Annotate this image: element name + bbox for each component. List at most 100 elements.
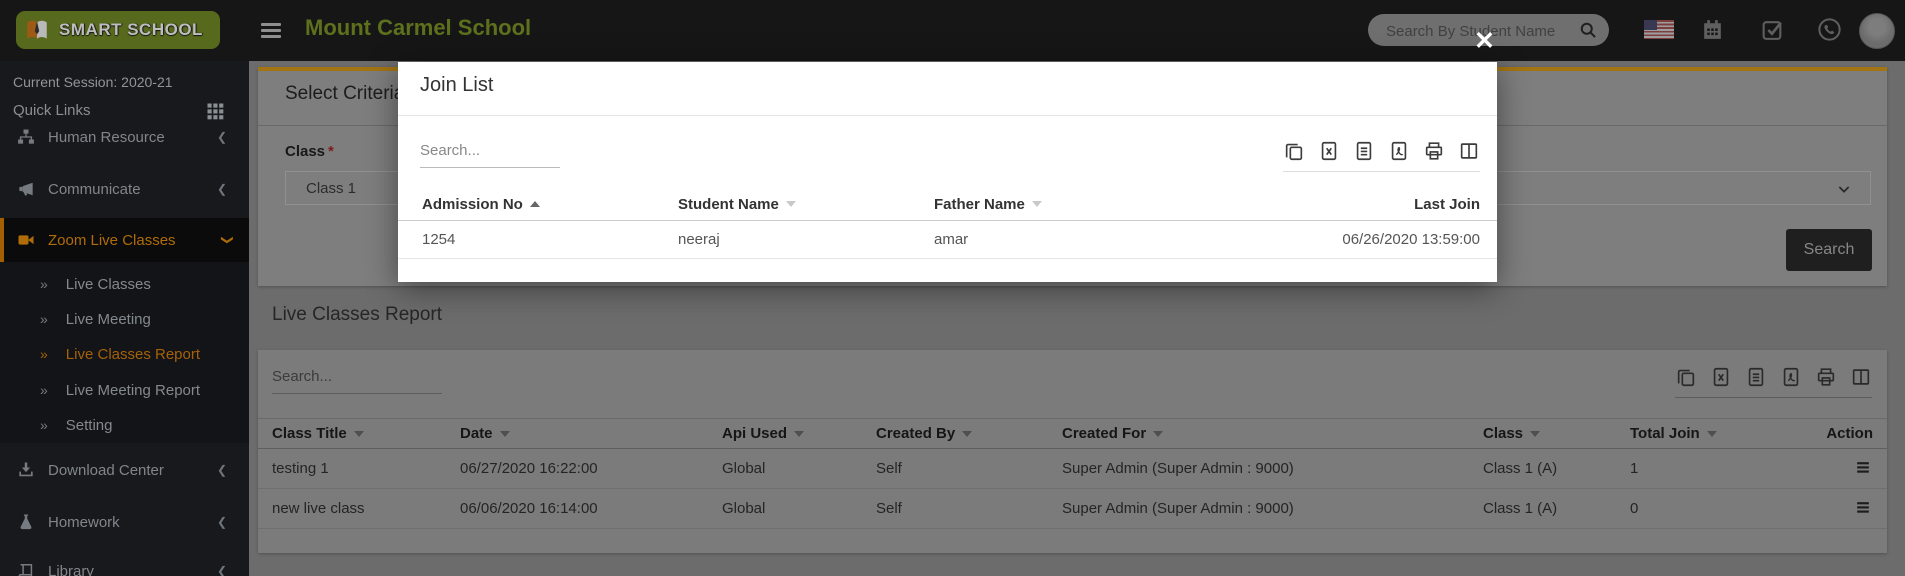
video-camera-icon — [16, 230, 36, 250]
col-action: Action — [1826, 419, 1873, 448]
sidebar: Current Session: 2020-21 Quick Links Hum… — [0, 61, 249, 576]
whatsapp-icon[interactable] — [1816, 16, 1843, 43]
double-chevron-icon: » — [40, 346, 48, 362]
col-class[interactable]: Class — [1483, 419, 1540, 448]
cell-date: 06/06/2020 16:14:00 — [460, 488, 598, 528]
top-navbar: SMART SCHOOL Mount Carmel School — [0, 0, 1905, 61]
copy-icon[interactable] — [1675, 366, 1697, 388]
col-api-used[interactable]: Api Used — [722, 419, 804, 448]
sidebar-item-zoom-live-classes[interactable]: Zoom Live Classes ❮ — [0, 218, 249, 262]
cell-api-used: Global — [722, 448, 765, 488]
cell-created-by: Self — [876, 488, 902, 528]
chevron-down-icon — [1836, 181, 1852, 197]
sidebar-subitem-live-meeting[interactable]: » Live Meeting — [0, 302, 249, 336]
col-created-for[interactable]: Created For — [1062, 419, 1163, 448]
task-check-icon[interactable] — [1760, 17, 1785, 42]
double-chevron-icon: » — [40, 311, 48, 327]
sidebar-item-communicate[interactable]: Communicate ❮ — [0, 167, 249, 211]
sidebar-subitem-live-classes-report[interactable]: » Live Classes Report — [0, 337, 249, 371]
report-card: Class Title Date Api Used Created By Cre… — [258, 350, 1887, 553]
col-created-by[interactable]: Created By — [876, 419, 972, 448]
user-avatar[interactable] — [1859, 13, 1895, 49]
subitem-label: Live Meeting Report — [66, 382, 200, 399]
logo-text: SMART SCHOOL — [59, 20, 203, 40]
double-chevron-icon: » — [40, 417, 48, 433]
sidebar-toggle-hamburger-icon[interactable] — [261, 23, 281, 38]
modal-export-toolbar — [1283, 140, 1480, 172]
double-chevron-icon: » — [40, 276, 48, 292]
required-asterisk: * — [328, 143, 334, 160]
sidebar-item-label: Homework — [48, 514, 120, 531]
report-search-input[interactable] — [272, 364, 442, 394]
table-row: testing 1 06/27/2020 16:22:00 Global Sel… — [258, 448, 1887, 489]
modal-search-input[interactable] — [420, 138, 560, 168]
cell-created-for: Super Admin (Super Admin : 9000) — [1062, 448, 1294, 488]
sidebar-subitem-setting[interactable]: » Setting — [0, 408, 249, 442]
modal-close-icon[interactable]: ✕ — [1474, 26, 1495, 56]
sidebar-item-label: Zoom Live Classes — [48, 232, 176, 249]
cell-admission-no: 1254 — [422, 221, 455, 258]
table-row: new live class 06/06/2020 16:14:00 Globa… — [258, 488, 1887, 529]
cell-api-used: Global — [722, 488, 765, 528]
sidebar-item-human-resource[interactable]: Human Resource ❮ — [0, 119, 249, 155]
chevron-down-icon: ❮ — [219, 235, 233, 245]
modal-search — [420, 138, 560, 168]
report-section-title: Live Classes Report — [272, 304, 442, 326]
sitemap-icon — [16, 127, 36, 147]
cell-last-join: 06/26/2020 13:59:00 — [1342, 221, 1480, 258]
quick-links-grid-icon[interactable] — [205, 101, 225, 121]
sidebar-subitem-live-meeting-report[interactable]: » Live Meeting Report — [0, 373, 249, 407]
chevron-left-icon: ❮ — [217, 564, 227, 576]
open-book-logo-icon — [24, 17, 50, 43]
column-visibility-icon[interactable] — [1458, 140, 1480, 162]
row-action-menu-icon[interactable] — [1853, 498, 1873, 518]
megaphone-icon — [16, 179, 36, 199]
modal-table-row: 1254 neeraj amar 06/26/2020 13:59:00 — [398, 221, 1497, 259]
sidebar-item-label: Library — [48, 563, 94, 576]
search-icon[interactable] — [1578, 20, 1598, 40]
col-last-join[interactable]: Last Join — [1414, 188, 1480, 220]
excel-icon[interactable] — [1318, 140, 1340, 162]
print-icon[interactable] — [1815, 366, 1837, 388]
quick-links-label: Quick Links — [13, 102, 91, 119]
chevron-left-icon: ❮ — [217, 182, 227, 196]
subitem-label: Live Meeting — [66, 311, 151, 328]
report-search — [272, 364, 442, 394]
cell-created-by: Self — [876, 448, 902, 488]
pdf-icon[interactable] — [1388, 140, 1410, 162]
sidebar-item-label: Download Center — [48, 462, 164, 479]
chevron-left-icon: ❮ — [217, 463, 227, 477]
sidebar-subitem-live-classes[interactable]: » Live Classes — [0, 267, 249, 301]
cell-class-title: testing 1 — [272, 448, 329, 488]
calendar-icon[interactable] — [1700, 17, 1725, 42]
col-admission-no[interactable]: Admission No — [422, 188, 540, 220]
join-list-modal: ✕ Join List Admission No Student Name Fa… — [398, 62, 1497, 282]
cell-date: 06/27/2020 16:22:00 — [460, 448, 598, 488]
col-student-name[interactable]: Student Name — [678, 188, 796, 220]
app-logo[interactable]: SMART SCHOOL — [16, 11, 220, 49]
search-button[interactable]: Search — [1786, 229, 1872, 271]
sidebar-item-library[interactable]: Library ❮ — [0, 549, 249, 576]
col-father-name[interactable]: Father Name — [934, 188, 1042, 220]
subitem-label: Setting — [66, 417, 113, 434]
csv-icon[interactable] — [1353, 140, 1375, 162]
copy-icon[interactable] — [1283, 140, 1305, 162]
cell-student-name: neeraj — [678, 221, 720, 258]
csv-icon[interactable] — [1745, 366, 1767, 388]
column-visibility-icon[interactable] — [1850, 366, 1872, 388]
language-us-flag-icon[interactable] — [1644, 20, 1674, 39]
pdf-icon[interactable] — [1780, 366, 1802, 388]
app-screen: SMART SCHOOL Mount Carmel School Current… — [0, 0, 1905, 576]
sidebar-item-homework[interactable]: Homework ❮ — [0, 500, 249, 544]
col-date[interactable]: Date — [460, 419, 510, 448]
col-total-join[interactable]: Total Join — [1630, 419, 1717, 448]
col-class-title[interactable]: Class Title — [272, 419, 364, 448]
excel-icon[interactable] — [1710, 366, 1732, 388]
sidebar-item-download-center[interactable]: Download Center ❮ — [0, 448, 249, 492]
row-action-menu-icon[interactable] — [1853, 458, 1873, 478]
print-icon[interactable] — [1423, 140, 1445, 162]
current-session-label: Current Session: 2020-21 — [13, 74, 173, 90]
sidebar-item-label: Human Resource — [48, 129, 165, 146]
class-select-value: Class 1 — [306, 180, 356, 197]
export-toolbar — [1675, 366, 1872, 398]
